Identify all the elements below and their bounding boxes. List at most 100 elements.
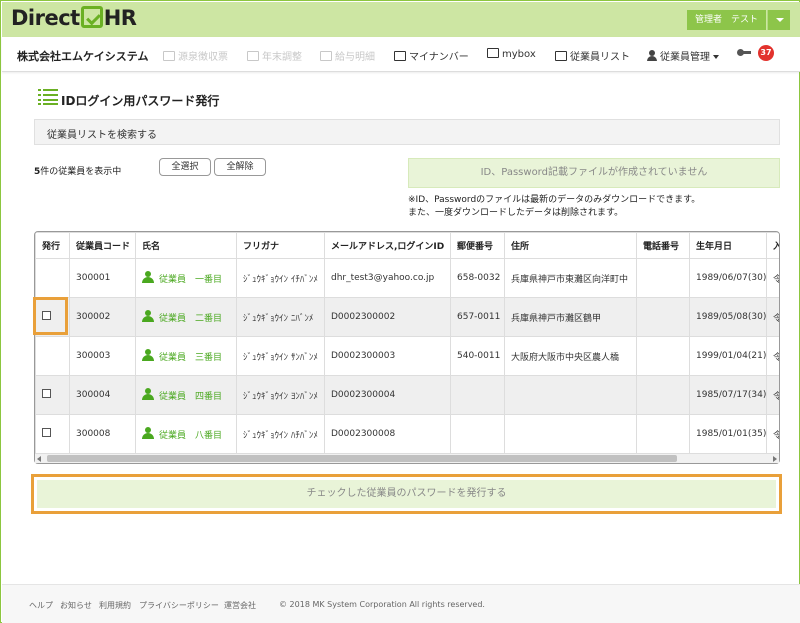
chevron-down-icon[interactable] <box>767 10 790 30</box>
employee-name-link[interactable]: 従業員 一番目 <box>135 258 237 298</box>
logo[interactable]: Direct HR <box>11 6 137 30</box>
footer-link-help[interactable]: ヘルプ <box>29 600 53 611</box>
footer-link-privacy[interactable]: プライバシーポリシー <box>139 600 219 611</box>
employee-code: 300001 <box>69 258 136 298</box>
nav-item-employee-list[interactable]: 従業員リスト <box>555 48 630 63</box>
nav-item-payslip[interactable]: 給与明細 <box>320 48 375 63</box>
table-horizontal-scrollbar[interactable] <box>35 453 779 463</box>
scroll-left-icon[interactable] <box>37 456 41 462</box>
employee-phone <box>636 414 690 454</box>
scrollbar-thumb[interactable] <box>47 455 677 462</box>
column-header: 入社 <box>766 232 779 259</box>
person-icon <box>142 427 154 439</box>
nav-item-mynumber[interactable]: マイナンバー <box>394 48 469 63</box>
employee-name[interactable]: 従業員 二番目 <box>159 314 222 324</box>
employee-name[interactable]: 従業員 四番目 <box>159 392 222 402</box>
table-header-row: 発行 従業員コード 氏名 フリガナ メールアドレス,ログインID 郵便番号 住所… <box>35 232 779 259</box>
result-count: 5件の従業員を表示中 <box>34 164 121 177</box>
employee-birth: 1999/01/04(21) <box>689 336 767 376</box>
note-line-1: ※ID、Passwordのファイルは最新のデータのみダウンロードできます。 <box>408 195 701 205</box>
employee-join: 令和 <box>766 336 779 376</box>
nav-item-employee-management[interactable]: 従業員管理 <box>647 48 719 63</box>
company-name: 株式会社エムケイシステム <box>17 50 149 63</box>
employee-join: 令和 <box>766 297 779 337</box>
employee-zip: 540-0011 <box>450 336 505 376</box>
nav-item-label: 年末調整 <box>262 52 302 63</box>
footer-link-company[interactable]: 運営会社 <box>224 600 256 611</box>
employee-address: 兵庫県神戸市東灘区向洋町中 <box>504 258 637 298</box>
box-icon <box>487 48 499 58</box>
employee-name[interactable]: 従業員 一番目 <box>159 275 222 285</box>
result-count-suffix: 件の従業員を表示中 <box>40 167 122 177</box>
employee-name[interactable]: 従業員 三番目 <box>159 353 222 363</box>
issue-cell <box>35 336 70 376</box>
deselect-all-button[interactable]: 全解除 <box>214 158 266 176</box>
employee-zip <box>450 414 505 454</box>
employee-table-container[interactable]: 発行 従業員コード 氏名 フリガナ メールアドレス,ログインID 郵便番号 住所… <box>34 231 780 464</box>
scroll-right-icon[interactable] <box>773 456 777 462</box>
employee-name[interactable]: 従業員 八番目 <box>159 431 222 441</box>
nav-item-withholding[interactable]: 源泉徴収票 <box>163 48 228 63</box>
issue-cell <box>35 414 70 454</box>
employee-email: D0002300003 <box>324 336 451 376</box>
issue-cell <box>35 258 70 298</box>
table-row: 300004 従業員 四番目 ｼﾞｭｳｷﾞｮｳｲﾝ ﾖﾝﾊﾞﾝﾒ D000230… <box>35 375 779 415</box>
nav-item-year-end[interactable]: 年末調整 <box>247 48 302 63</box>
employee-email: dhr_test3@yahoo.co.jp <box>324 258 451 298</box>
footer-link-news[interactable]: お知らせ <box>60 600 92 611</box>
caret-down-icon <box>713 55 719 59</box>
person-icon <box>647 50 657 61</box>
column-header: 従業員コード <box>69 232 136 259</box>
nav-item-label: 源泉徴収票 <box>178 52 228 63</box>
employee-code: 300008 <box>69 414 136 454</box>
logo-text-right: HR <box>103 6 137 30</box>
person-icon <box>142 310 154 322</box>
nav-item-label: 給与明細 <box>335 52 375 63</box>
employee-name-link[interactable]: 従業員 八番目 <box>135 414 237 454</box>
table-row: 300001 従業員 一番目 ｼﾞｭｳｷﾞｮｳｲﾝ ｲﾁﾊﾞﾝﾒ dhr_tes… <box>35 258 779 298</box>
employee-name-link[interactable]: 従業員 四番目 <box>135 375 237 415</box>
table-row: 300002 従業員 二番目 ｼﾞｭｳｷﾞｮｳｲﾝ ﾆﾊﾞﾝﾒ D0002300… <box>35 297 779 337</box>
employee-kana: ｼﾞｭｳｷﾞｮｳｲﾝ ﾖﾝﾊﾞﾝﾒ <box>236 375 325 415</box>
person-icon <box>142 388 154 400</box>
employee-zip: 657-0011 <box>450 297 505 337</box>
employee-code: 300003 <box>69 336 136 376</box>
employee-name-link[interactable]: 従業員 三番目 <box>135 336 237 376</box>
employee-name-link[interactable]: 従業員 二番目 <box>135 297 237 337</box>
employee-birth: 1989/06/07(30) <box>689 258 767 298</box>
employee-zip <box>450 375 505 415</box>
app-window: Direct HR 管理者 テスト 株式会社エムケイシステム 源泉徴収票 年末調整… <box>0 0 800 623</box>
select-all-button[interactable]: 全選択 <box>159 158 211 176</box>
issue-password-button[interactable]: チェックした従業員のパスワードを発行する <box>37 480 776 508</box>
search-panel-toggle[interactable]: 従業員リストを検索する <box>34 119 780 145</box>
notification-badge[interactable]: 37 <box>758 45 774 61</box>
employee-join: 令和 <box>766 414 779 454</box>
employee-table: 発行 従業員コード 氏名 フリガナ メールアドレス,ログインID 郵便番号 住所… <box>35 232 779 454</box>
employee-code: 300004 <box>69 375 136 415</box>
employee-address <box>504 375 637 415</box>
table-row: 300008 従業員 八番目 ｼﾞｭｳｷﾞｮｳｲﾝ ﾊﾁﾊﾞﾝﾒ D000230… <box>35 414 779 454</box>
nav-item-mybox[interactable]: mybox <box>487 48 536 60</box>
column-header: 発行 <box>35 232 70 259</box>
logo-check-icon <box>80 6 103 28</box>
employee-email: D0002300008 <box>324 414 451 454</box>
employee-phone <box>636 336 690 376</box>
nav-item-label: マイナンバー <box>409 52 469 63</box>
issue-cell <box>35 375 70 415</box>
issue-checkbox[interactable] <box>42 389 51 398</box>
list-icon <box>38 88 58 105</box>
employee-phone <box>636 375 690 415</box>
key-icon[interactable] <box>737 49 751 57</box>
column-header: 氏名 <box>135 232 237 259</box>
column-header: 住所 <box>504 232 637 259</box>
employee-kana: ｼﾞｭｳｷﾞｮｳｲﾝ ｻﾝﾊﾞﾝﾒ <box>236 336 325 376</box>
employee-birth: 1985/01/01(35) <box>689 414 767 454</box>
main-nav: 株式会社エムケイシステム 源泉徴収票 年末調整 給与明細 マイナンバー mybo… <box>2 37 800 72</box>
admin-user-button[interactable]: 管理者 テスト <box>687 10 766 30</box>
employee-address <box>504 414 637 454</box>
employee-zip: 658-0032 <box>450 258 505 298</box>
employee-address: 兵庫県神戸市灘区鶴甲 <box>504 297 637 337</box>
footer-link-terms[interactable]: 利用規約 <box>99 600 131 611</box>
issue-checkbox[interactable] <box>42 428 51 437</box>
edit-icon <box>247 51 259 61</box>
